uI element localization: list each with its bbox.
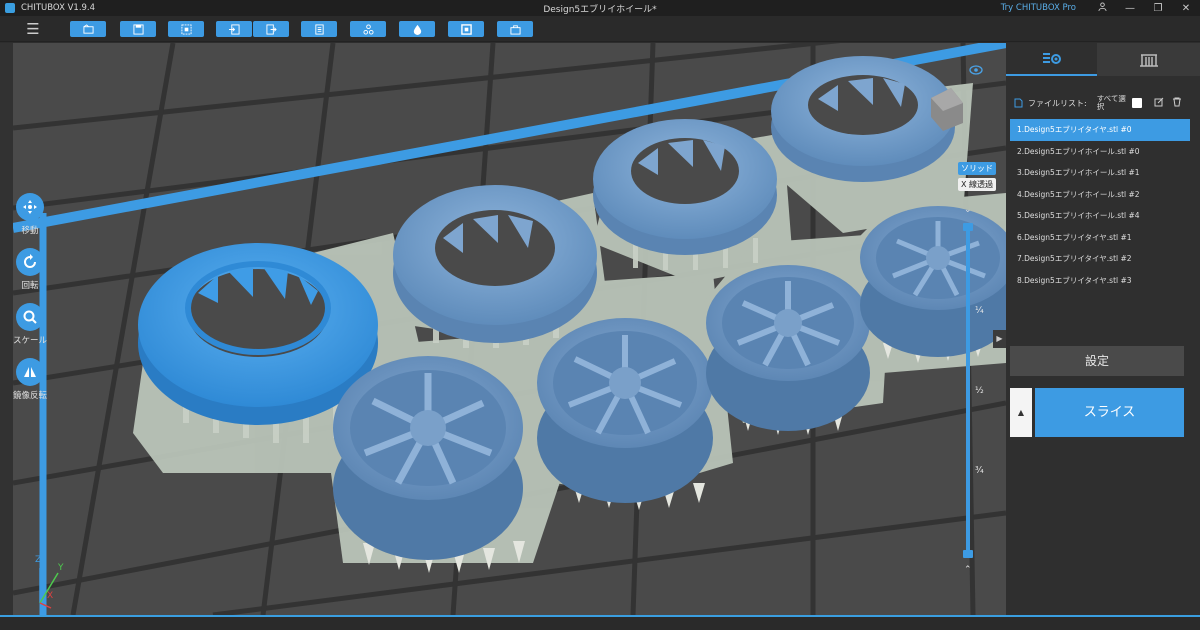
- file-list-item[interactable]: 6.Design5エブリイタイヤ.stl #1: [1010, 227, 1190, 249]
- move-label: 移動: [21, 226, 39, 236]
- folder-icon: [82, 23, 94, 34]
- 3d-viewport[interactable]: Z Y X: [13, 43, 1006, 615]
- layer-slider-bottom-handle[interactable]: [963, 550, 973, 558]
- rotate-label: 回転: [21, 281, 39, 291]
- document-icon: [314, 23, 324, 35]
- file-list-item[interactable]: 4.Design5エブリイホイール.stl #2: [1010, 184, 1190, 206]
- app-logo-icon: [5, 3, 15, 13]
- chitubox-window: CHITUBOX V1.9.4 Design5エブリイホイール* Try CHI…: [0, 0, 1200, 630]
- export-icon: [265, 23, 277, 35]
- support-icon: [362, 23, 374, 35]
- file-list-item[interactable]: 8.Design5エブリイタイヤ.stl #3: [1010, 270, 1190, 292]
- import-button[interactable]: [216, 21, 252, 37]
- slice-button[interactable]: スライス: [1035, 388, 1184, 437]
- tools-button[interactable]: [497, 21, 533, 37]
- layer-slider-top-handle[interactable]: [963, 223, 973, 231]
- chevron-down-icon[interactable]: ⌄: [964, 205, 972, 215]
- file-icon: [1014, 98, 1023, 108]
- solid-view-button[interactable]: ソリッド: [958, 162, 996, 175]
- file-list-item[interactable]: 2.Design5エブリイホイール.stl #0: [1010, 141, 1190, 163]
- toolbar: ☰: [0, 16, 1200, 42]
- xray-view-button[interactable]: X 線透過: [958, 178, 997, 191]
- panel-expand-button[interactable]: ▶: [993, 330, 1006, 348]
- file-list-item[interactable]: 5.Design5エブリイホイール.stl #4: [1010, 205, 1190, 227]
- hollow-button[interactable]: [399, 21, 435, 37]
- move-tool[interactable]: 移動: [13, 193, 47, 236]
- toolbox-icon: [509, 24, 521, 35]
- select-all-label: すべて選択: [1096, 94, 1126, 111]
- tab-machine[interactable]: [1097, 43, 1200, 76]
- file-list-label: ファイルリスト:: [1028, 98, 1087, 108]
- frame-icon: [460, 23, 472, 35]
- axis-y-label: Y: [58, 563, 64, 573]
- tire-model[interactable]: [593, 119, 777, 255]
- slice-options-button[interactable]: ▲: [1010, 388, 1032, 437]
- layout-button[interactable]: [301, 21, 337, 37]
- status-bar: [0, 615, 1200, 630]
- save-icon: [132, 23, 144, 35]
- mirror-label: 鏡像反転: [13, 391, 48, 401]
- trash-icon[interactable]: [1172, 97, 1182, 109]
- wheel-model[interactable]: [333, 356, 523, 560]
- mirror-icon: [16, 358, 44, 386]
- layer-slider-track[interactable]: [966, 227, 970, 554]
- printer-icon: [1139, 53, 1158, 67]
- rotate-icon: [16, 248, 44, 276]
- account-icon[interactable]: [1088, 2, 1116, 14]
- tire-model[interactable]: [393, 185, 597, 343]
- build-plate-scene: [13, 43, 1006, 615]
- export-button[interactable]: [253, 21, 289, 37]
- chevron-up-icon[interactable]: ⌃: [964, 565, 972, 575]
- support-button[interactable]: [350, 21, 386, 37]
- file-list-bar: ファイルリスト: すべて選択: [1014, 95, 1194, 111]
- tab-model-settings[interactable]: [1006, 43, 1097, 76]
- try-pro-link[interactable]: Try CHITUBOX Pro: [1001, 3, 1076, 13]
- import-icon: [228, 23, 240, 35]
- file-list: 1.Design5エブリイタイヤ.stl #0 2.Design5エブリイホイー…: [1010, 119, 1190, 291]
- wheel-model[interactable]: [860, 206, 1006, 357]
- slider-mark-three-quarter: ¾: [975, 466, 984, 476]
- scale-tool[interactable]: スケール: [13, 303, 47, 346]
- mirror-tool[interactable]: 鏡像反転: [13, 358, 47, 401]
- settings-button[interactable]: 設定: [1010, 346, 1184, 376]
- axis-x-label: X: [47, 591, 54, 601]
- file-list-item[interactable]: 3.Design5エブリイホイール.stl #1: [1010, 162, 1190, 184]
- slider-mark-half: ½: [975, 386, 984, 396]
- save-button[interactable]: [120, 21, 156, 37]
- title-bar: CHITUBOX V1.9.4 Design5エブリイホイール* Try CHI…: [0, 0, 1200, 16]
- tire-model[interactable]: [771, 56, 955, 182]
- left-strip: [0, 43, 13, 615]
- close-icon[interactable]: ✕: [1172, 3, 1200, 14]
- select-all-button[interactable]: [168, 21, 204, 37]
- settings-list-icon: [1042, 52, 1061, 64]
- file-list-item[interactable]: 7.Design5エブリイタイヤ.stl #2: [1010, 248, 1190, 270]
- open-file-button[interactable]: [70, 21, 106, 37]
- slider-mark-quarter: ¼: [975, 306, 984, 316]
- minimize-icon[interactable]: —: [1116, 3, 1144, 14]
- wheel-model[interactable]: [706, 265, 870, 431]
- frame-button[interactable]: [448, 21, 484, 37]
- scale-label: スケール: [13, 336, 48, 346]
- edit-icon[interactable]: [1154, 97, 1164, 109]
- right-panel: ファイルリスト: すべて選択 1.Design5エブリイタイヤ.stl #0 2…: [1006, 43, 1200, 615]
- restore-icon[interactable]: ❐: [1144, 3, 1172, 14]
- wheel-model[interactable]: [537, 318, 713, 503]
- drop-icon: [413, 24, 421, 35]
- move-icon: [16, 193, 44, 221]
- file-list-item[interactable]: 1.Design5エブリイタイヤ.stl #0: [1010, 119, 1190, 141]
- select-all-checkbox[interactable]: [1131, 98, 1142, 108]
- rotate-tool[interactable]: 回転: [13, 248, 47, 291]
- app-name: CHITUBOX V1.9.4: [21, 3, 96, 13]
- select-icon: [180, 23, 192, 35]
- axis-z-label: Z: [35, 555, 42, 565]
- scale-icon: [16, 303, 44, 331]
- hamburger-menu-icon[interactable]: ☰: [24, 20, 42, 38]
